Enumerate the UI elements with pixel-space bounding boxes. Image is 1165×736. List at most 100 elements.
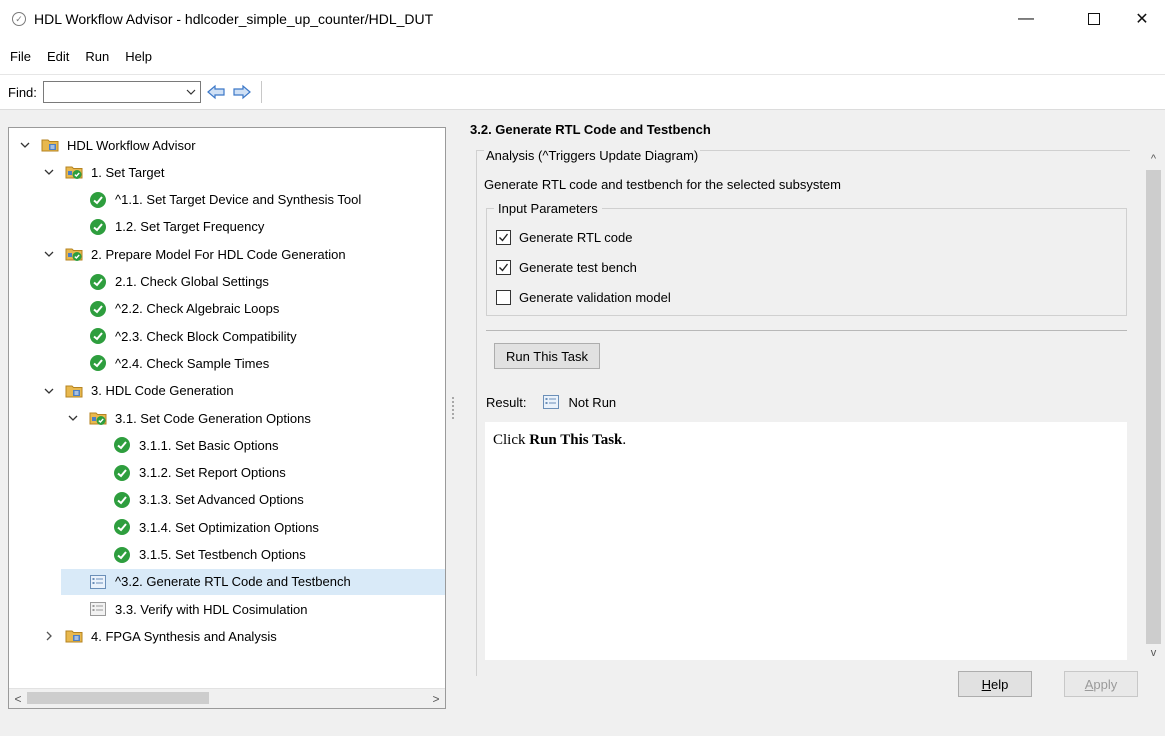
scroll-up-icon[interactable]: ^ (1144, 150, 1163, 168)
tree-item-label: ^1.1. Set Target Device and Synthesis To… (115, 192, 362, 208)
menu-bar: File Edit Run Help (0, 38, 1165, 74)
tree-item-label: ^3.2. Generate RTL Code and Testbench (115, 574, 351, 590)
tree-item[interactable]: 4. FPGA Synthesis and Analysis (41, 623, 277, 649)
tree-item[interactable]: 3.1.3. Set Advanced Options (89, 487, 304, 513)
scrollbar-thumb[interactable] (1146, 170, 1161, 644)
scroll-down-icon[interactable]: v (1144, 644, 1163, 662)
generate-test-bench-checkbox[interactable] (496, 260, 511, 275)
forward-arrow-icon (233, 84, 251, 100)
generate-validation-model-option[interactable]: Generate validation model (496, 290, 671, 305)
tree-item[interactable]: 2.1. Check Global Settings (65, 269, 269, 295)
chevron-right-icon[interactable] (41, 628, 57, 644)
check-circle-icon (113, 464, 131, 482)
panel-splitter[interactable] (451, 395, 455, 425)
apply-button[interactable]: Apply (1064, 671, 1138, 697)
window-title: HDL Workflow Advisor - hdlcoder_simple_u… (34, 11, 434, 27)
generate-test-bench-option[interactable]: Generate test bench (496, 260, 637, 275)
tree-item-label: HDL Workflow Advisor (67, 137, 196, 153)
generate-validation-model-checkbox[interactable] (496, 290, 511, 305)
task-detail-panel: 3.2. Generate RTL Code and Testbench Ana… (458, 110, 1165, 736)
tree-item-label: 3.1.3. Set Advanced Options (139, 492, 304, 508)
maximize-icon (1088, 13, 1100, 25)
scrollbar-thumb[interactable] (27, 692, 209, 704)
chevron-down-icon[interactable] (65, 410, 81, 426)
tree-item[interactable]: ^1.1. Set Target Device and Synthesis To… (65, 187, 361, 213)
close-icon: ✕ (1135, 11, 1149, 28)
check-circle-icon (113, 436, 131, 454)
folder-root-icon (41, 136, 59, 154)
forward-button[interactable] (231, 81, 253, 103)
tree-item[interactable]: ^2.4. Check Sample Times (65, 350, 269, 376)
tree-item[interactable]: 3.1.4. Set Optimization Options (89, 514, 319, 540)
help-button[interactable]: Help (958, 671, 1032, 697)
task-tree-panel: HDL Workflow Advisor 1. Set Target ^1.1. S… (8, 127, 446, 709)
menu-file[interactable]: File (6, 49, 35, 64)
tree-item[interactable]: 3.1.1. Set Basic Options (89, 432, 278, 458)
toolbar: Find: (0, 74, 1165, 110)
vertical-scrollbar[interactable]: ^ v (1144, 150, 1163, 662)
check-circle-icon (89, 327, 107, 345)
result-text-suffix: . (622, 432, 627, 448)
app-icon: ✓ (12, 12, 26, 26)
generate-rtl-code-option[interactable]: Generate RTL code (496, 230, 632, 245)
chevron-down-icon[interactable] (41, 383, 57, 399)
tree-item-label: 3.1.1. Set Basic Options (139, 437, 279, 453)
chevron-down-icon[interactable] (41, 246, 57, 262)
tree-item[interactable]: 1.2. Set Target Frequency (65, 214, 264, 240)
tree-item-label: 1.2. Set Target Frequency (115, 219, 265, 235)
tree-item-label: 1. Set Target (91, 164, 165, 180)
tree-item[interactable]: 1. Set Target (41, 159, 164, 185)
tree-item[interactable]: HDL Workflow Advisor (17, 132, 196, 158)
check-circle-icon (113, 546, 131, 564)
title-bar: ✓ HDL Workflow Advisor - hdlcoder_simple… (0, 0, 1165, 38)
minimize-button[interactable]: — (1003, 0, 1049, 38)
tree-item[interactable]: 3.1. Set Code Generation Options (65, 405, 311, 431)
horizontal-scrollbar[interactable]: < > (9, 688, 445, 708)
tree-item-label: 2. Prepare Model For HDL Code Generation (91, 246, 346, 262)
tree-item-label: ^2.3. Check Block Compatibility (115, 328, 297, 344)
tree-item[interactable]: ^3.2. Generate RTL Code and Testbench (61, 568, 445, 595)
tree-item[interactable]: ^2.3. Check Block Compatibility (65, 323, 297, 349)
check-circle-icon (89, 354, 107, 372)
check-circle-icon (89, 273, 107, 291)
chevron-down-icon[interactable] (17, 137, 33, 153)
find-combobox[interactable] (42, 81, 201, 103)
tree-item[interactable]: 3.1.5. Set Testbench Options (89, 542, 306, 568)
task-description: Generate RTL code and testbench for the … (484, 177, 841, 192)
folder-root-icon (65, 627, 83, 645)
result-area: Click Run This Task. (485, 422, 1127, 660)
chevron-down-icon[interactable] (185, 85, 197, 99)
tree-item-label: 3.1.5. Set Testbench Options (139, 547, 306, 562)
tree-item[interactable]: 2. Prepare Model For HDL Code Generation (41, 241, 346, 267)
chevron-down-icon[interactable] (41, 164, 57, 180)
close-button[interactable]: ✕ (1119, 0, 1165, 38)
run-this-task-button[interactable]: Run This Task (494, 343, 600, 369)
back-button[interactable] (205, 81, 227, 103)
tree-item[interactable]: 3.1.2. Set Report Options (89, 460, 286, 486)
check-circle-icon (89, 218, 107, 236)
checkmark-icon (499, 263, 509, 272)
checkbox-label: Generate RTL code (519, 230, 633, 245)
tree-item[interactable]: ^2.2. Check Algebraic Loops (65, 296, 279, 322)
tree-item[interactable]: 3.3. Verify with HDL Cosimulation (65, 596, 307, 622)
menu-help[interactable]: Help (121, 49, 156, 64)
scroll-left-icon[interactable]: < (9, 689, 27, 708)
checkbox-label: Generate validation model (519, 290, 671, 305)
result-status: Not Run (568, 394, 617, 410)
generate-rtl-code-checkbox[interactable] (496, 230, 511, 245)
menu-edit[interactable]: Edit (43, 49, 73, 64)
check-circle-icon (89, 300, 107, 318)
scroll-right-icon[interactable]: > (427, 689, 445, 708)
maximize-button[interactable] (1071, 0, 1117, 38)
tree-item-label: 3. HDL Code Generation (91, 383, 234, 399)
tree-item[interactable]: 3. HDL Code Generation (41, 378, 234, 404)
menu-run[interactable]: Run (81, 49, 113, 64)
